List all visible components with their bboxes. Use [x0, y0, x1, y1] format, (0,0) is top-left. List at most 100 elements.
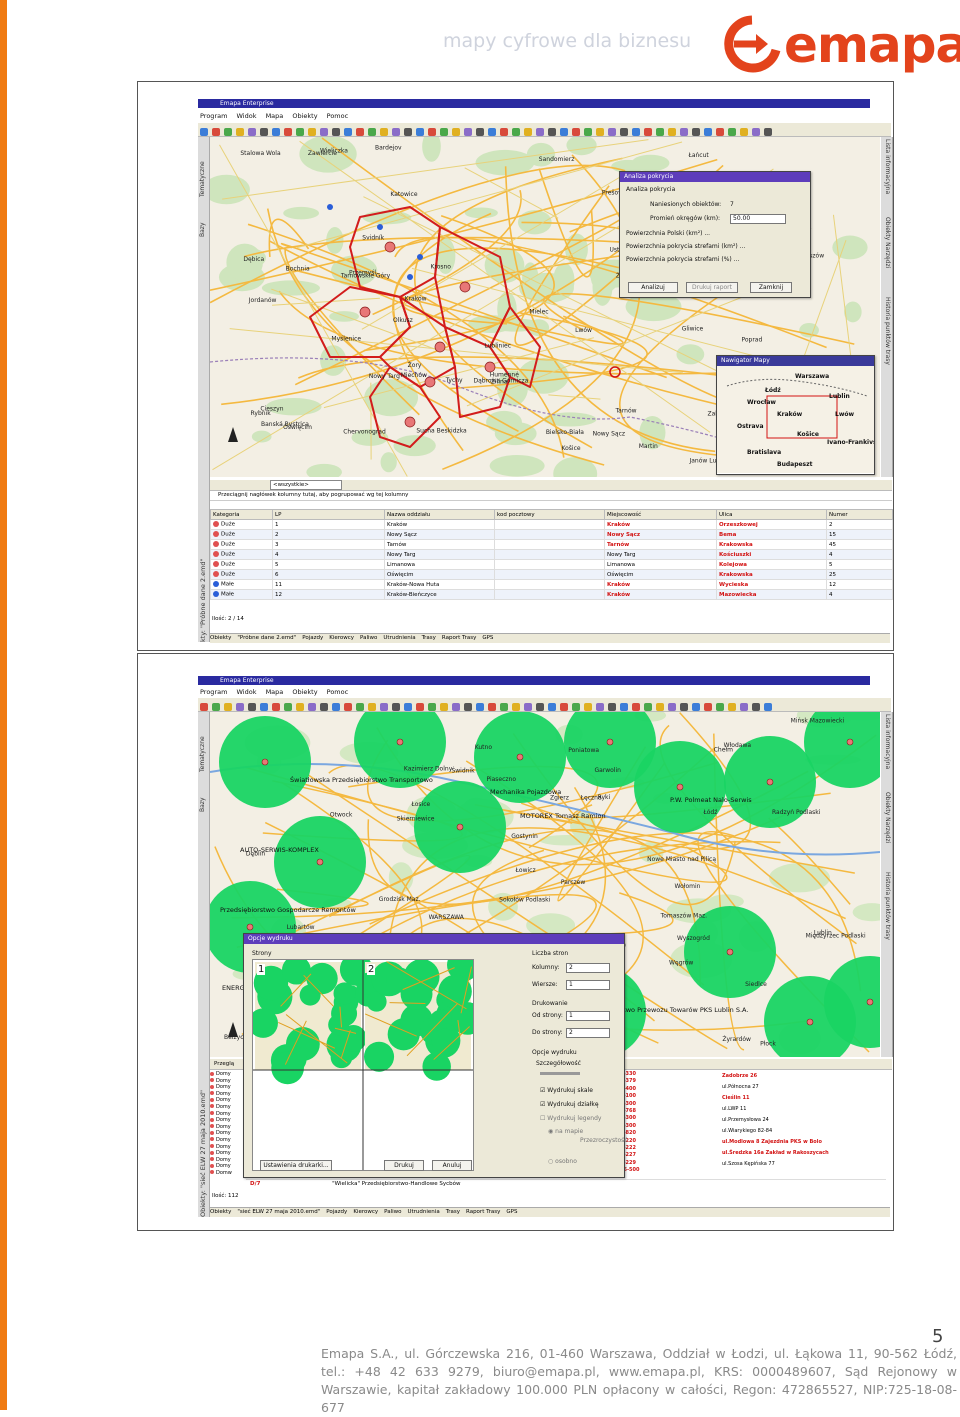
grid-left-tab[interactable]: Obiekty: "sieć ELW 27 maja 2010.emd": [199, 1090, 207, 1217]
toolbar-tool-icon[interactable]: [200, 128, 208, 136]
toolbar-tool-icon[interactable]: [644, 128, 652, 136]
menu-objects[interactable]: Obiekty: [292, 688, 317, 696]
bottom-tab[interactable]: Raport Trasy: [442, 635, 476, 641]
toolbar-tool-icon[interactable]: [752, 703, 760, 711]
toolbar-tool-icon[interactable]: [740, 703, 748, 711]
table-row[interactable]: Duże 4 Nowy Targ Nowy Targ Kościuszki 4: [210, 549, 893, 560]
toolbar-tool-icon[interactable]: [452, 703, 460, 711]
toolbar-tool-icon[interactable]: [284, 703, 292, 711]
toolbar-tool-icon[interactable]: [344, 703, 352, 711]
toolbar-tool-icon[interactable]: [584, 703, 592, 711]
detail-slider[interactable]: [540, 1072, 580, 1075]
toolbar-tool-icon[interactable]: [728, 703, 736, 711]
toolbar-tool-icon[interactable]: [512, 703, 520, 711]
from-page-input[interactable]: 1: [566, 1011, 610, 1021]
toolbar-tool-icon[interactable]: [308, 128, 316, 136]
bottom-tab[interactable]: Paliwo: [384, 1209, 401, 1215]
toolbar-tool-icon[interactable]: [488, 128, 496, 136]
toolbar-tool-icon[interactable]: [572, 703, 580, 711]
tab-thematic[interactable]: Tematyczne: [199, 161, 206, 197]
toolbar-tool-icon[interactable]: [284, 128, 292, 136]
toolbar-tool-icon[interactable]: [416, 128, 424, 136]
toolbar-tool-icon[interactable]: [608, 128, 616, 136]
toolbar-tool-icon[interactable]: [416, 703, 424, 711]
toolbar-tool-icon[interactable]: [260, 128, 268, 136]
toolbar-tool-icon[interactable]: [524, 703, 532, 711]
bottom-tab[interactable]: Kierowcy: [353, 1209, 378, 1215]
toolbar-tool-icon[interactable]: [356, 128, 364, 136]
toolbar-tool-icon[interactable]: [548, 128, 556, 136]
toolbar-tool-icon[interactable]: [536, 128, 544, 136]
toolbar-tool-icon[interactable]: [632, 703, 640, 711]
toolbar-tool-icon[interactable]: [560, 128, 568, 136]
radio-on-map[interactable]: ◉ na mapie: [548, 1128, 583, 1135]
tab-info-list[interactable]: Lista informacyjna: [884, 139, 891, 194]
tab-route-history[interactable]: Historia punktów trasy: [884, 872, 891, 940]
toolbar-tool-icon[interactable]: [428, 703, 436, 711]
toolbar-tool-icon[interactable]: [476, 128, 484, 136]
menu-program[interactable]: Program: [200, 112, 227, 120]
toolbar-tool-icon[interactable]: [620, 128, 628, 136]
bottom-tab[interactable]: Kierowcy: [329, 635, 354, 641]
toolbar-tool-icon[interactable]: [428, 128, 436, 136]
tab-thematic[interactable]: Tematyczne: [199, 736, 206, 772]
toolbar-tool-icon[interactable]: [248, 703, 256, 711]
toolbar-tool-icon[interactable]: [464, 703, 472, 711]
column-header[interactable]: Ulica: [716, 509, 827, 520]
bottom-tab[interactable]: Obiekty: [210, 635, 231, 641]
toolbar-tool-icon[interactable]: [764, 703, 772, 711]
toolbar-tool-icon[interactable]: [704, 703, 712, 711]
toolbar-tool-icon[interactable]: [716, 128, 724, 136]
toolbar-tool-icon[interactable]: [212, 703, 220, 711]
toolbar-tool-icon[interactable]: [476, 703, 484, 711]
grid-left-tab[interactable]: Obiekty: "Próbne dane 2.emd": [199, 558, 207, 642]
toolbar-tool-icon[interactable]: [500, 703, 508, 711]
bottom-tab[interactable]: GPS: [506, 1209, 517, 1215]
toolbar-tool-icon[interactable]: [584, 128, 592, 136]
table-row[interactable]: Małe 11 Kraków-Nowa Huta Kraków Wycieska 12: [210, 579, 893, 590]
toolbar-tool-icon[interactable]: [740, 128, 748, 136]
menu-map[interactable]: Mapa: [266, 112, 284, 120]
toolbar-tool-icon[interactable]: [332, 128, 340, 136]
right-side-tabs[interactable]: Lista informacyjna Obiekty Narzędzi Hist…: [881, 712, 893, 1057]
toolbar-tool-icon[interactable]: [296, 703, 304, 711]
tab-info-list[interactable]: Lista informacyjna: [884, 714, 891, 769]
toolbar-tool-icon[interactable]: [596, 703, 604, 711]
tab-bases[interactable]: Bazy: [199, 798, 206, 813]
menu-help[interactable]: Pomoc: [327, 112, 349, 120]
table-row[interactable]: Duże 1 Kraków Kraków Orzeszkowej 2: [210, 519, 893, 530]
close-button[interactable]: Zamknij: [750, 282, 792, 293]
right-side-tabs[interactable]: Lista informacyjna Obiekty Narzędzi Hist…: [881, 137, 893, 477]
toolbar-tool-icon[interactable]: [212, 128, 220, 136]
toolbar-tool-icon[interactable]: [524, 128, 532, 136]
toolbar-tool-icon[interactable]: [380, 703, 388, 711]
toolbar-tool-icon[interactable]: [368, 703, 376, 711]
toolbar-tool-icon[interactable]: [308, 703, 316, 711]
bottom-tab[interactable]: Trasy: [422, 635, 436, 641]
bottom-tab[interactable]: Trasy: [446, 1209, 460, 1215]
column-header[interactable]: Miejscowość: [604, 509, 717, 520]
bottom-tab[interactable]: Raport Trasy: [466, 1209, 500, 1215]
toolbar-tool-icon[interactable]: [668, 703, 676, 711]
table-row[interactable]: Małe 12 Kraków-Bieńczyce Kraków Mazowiecka 4: [210, 589, 893, 600]
toolbar-tool-icon[interactable]: [692, 703, 700, 711]
left-side-tabs[interactable]: Tematyczne Bazy Obiekty: "sieć ELW 27 ma…: [198, 712, 210, 1217]
tab-route-history[interactable]: Historia punktów trasy: [884, 297, 891, 365]
bottom-tab[interactable]: "Próbne dane 2.emd": [237, 635, 296, 641]
toolbar-tool-icon[interactable]: [620, 703, 628, 711]
toolbar-tool-icon[interactable]: [224, 703, 232, 711]
toolbar-tool-icon[interactable]: [380, 128, 388, 136]
toolbar-tool-icon[interactable]: [764, 128, 772, 136]
toolbar-tool-icon[interactable]: [680, 128, 688, 136]
navigator-minimap[interactable]: Warszawa Łódź Lublin WrocławKraków Lwów Ostra…: [717, 366, 882, 473]
marks-checkbox[interactable]: ☑ Wydrukuj działkę: [540, 1101, 599, 1108]
rows-input[interactable]: 1: [566, 980, 610, 990]
toolbar-tool-icon[interactable]: [344, 128, 352, 136]
toolbar-tool-icon[interactable]: [464, 128, 472, 136]
toolbar-tool-icon[interactable]: [404, 703, 412, 711]
toolbar-tool-icon[interactable]: [536, 703, 544, 711]
toolbar-tool-icon[interactable]: [548, 703, 556, 711]
toolbar-tool-icon[interactable]: [680, 703, 688, 711]
toolbar-tool-icon[interactable]: [200, 703, 208, 711]
radius-input[interactable]: 50.00: [730, 214, 786, 224]
